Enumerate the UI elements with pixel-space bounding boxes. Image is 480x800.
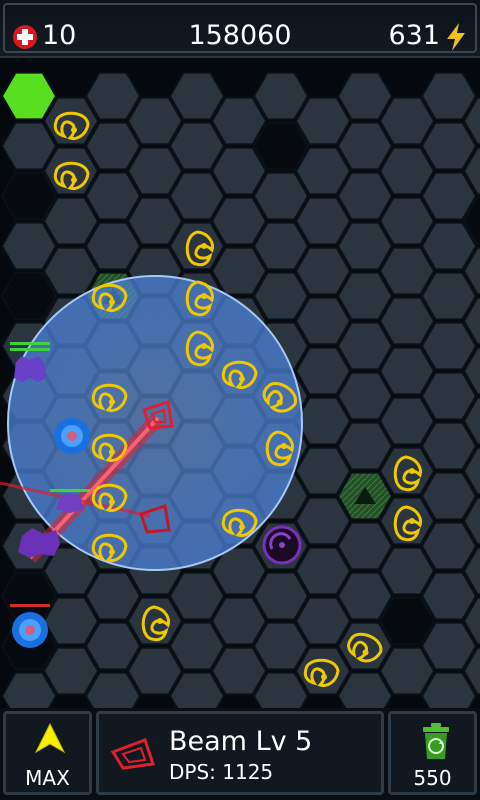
lightning-bolt-icon <box>447 23 465 51</box>
sell-button[interactable]: 550 <box>388 711 477 795</box>
tower-dps: DPS: 1125 <box>169 760 274 784</box>
hud-bar: 10 158060 631 <box>0 0 480 58</box>
tower-info-panel: Beam Lv 5 DPS: 1125 <box>96 711 384 795</box>
energy-value: 631 <box>388 20 440 51</box>
vortex-tower[interactable] <box>262 525 302 565</box>
creep-blue <box>54 418 90 454</box>
tower-name: Beam Lv 5 <box>169 726 313 757</box>
creep-purple-spiky <box>10 342 50 382</box>
upgrade-label: MAX <box>25 766 70 790</box>
beam-tower-icon <box>110 738 155 770</box>
recycle-bin-icon <box>423 723 449 759</box>
upgrade-button[interactable]: MAX <box>3 711 92 795</box>
game-board[interactable] <box>0 58 480 708</box>
sell-value: 550 <box>413 766 452 790</box>
arrow-up-icon <box>34 722 66 754</box>
control-bar: MAX Beam Lv 5 DPS: 1125 550 <box>0 708 480 800</box>
